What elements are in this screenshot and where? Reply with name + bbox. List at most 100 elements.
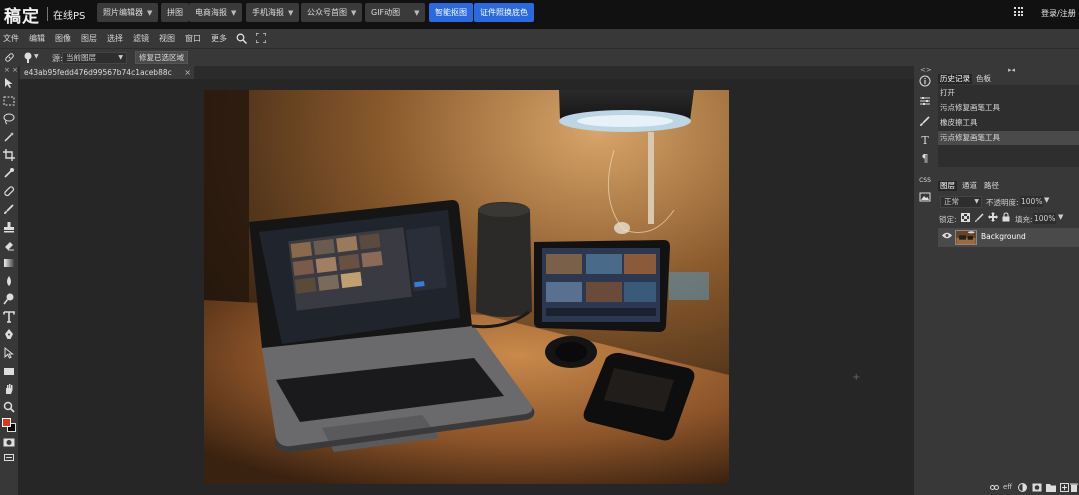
- nav-wechat-cover[interactable]: 公众号首图 ▼: [301, 3, 363, 22]
- brush-tool-icon[interactable]: [2, 202, 16, 216]
- nav-gif[interactable]: GIF动图 ▼: [365, 3, 425, 22]
- adjustments-icon[interactable]: [919, 95, 931, 107]
- paragraph-icon[interactable]: ¶: [919, 153, 931, 165]
- search-icon[interactable]: [236, 33, 247, 44]
- canvas-area[interactable]: +: [18, 79, 914, 495]
- blend-mode-select[interactable]: 正常 ▼: [940, 196, 982, 208]
- tab-swatches[interactable]: 色板: [974, 74, 993, 84]
- eye-icon[interactable]: [942, 232, 952, 239]
- fullscreen-icon[interactable]: [256, 33, 266, 43]
- opacity-input[interactable]: 100%: [1020, 196, 1044, 207]
- collapse-panel-icon[interactable]: ▸◂: [1008, 66, 1015, 74]
- hand-tool-icon[interactable]: [2, 382, 16, 396]
- menu-window[interactable]: 窗口: [185, 33, 201, 44]
- trash-icon[interactable]: [1070, 483, 1078, 492]
- nav-label: 电商海报: [195, 8, 227, 17]
- nav-ecommerce-poster[interactable]: 电商海报 ▼: [189, 3, 243, 22]
- grid-icon[interactable]: [1014, 7, 1023, 16]
- zoom-tool-icon[interactable]: [2, 400, 16, 414]
- nav-photo-editor[interactable]: 照片编辑器 ▼: [97, 3, 159, 22]
- shape-tool-icon[interactable]: [2, 364, 16, 378]
- css-icon[interactable]: CSS: [919, 175, 931, 187]
- chevron-down-icon: ▼: [118, 54, 123, 61]
- lock-pixels-icon[interactable]: [975, 213, 984, 222]
- screen-mode-icon[interactable]: [4, 454, 14, 461]
- blur-tool-icon[interactable]: [2, 274, 16, 288]
- source-select-value: 当前图层: [66, 53, 96, 62]
- pen-tool-icon[interactable]: [2, 328, 16, 342]
- character-icon[interactable]: T: [919, 135, 931, 147]
- nav-mobile-poster[interactable]: 手机海报 ▼: [246, 3, 300, 22]
- lock-all-icon[interactable]: [1002, 212, 1010, 222]
- image-icon[interactable]: [919, 191, 931, 203]
- restore-selection-button[interactable]: 修复已选区域: [135, 51, 188, 64]
- eyedropper-icon[interactable]: [2, 166, 16, 180]
- layer-effects-label[interactable]: eff: [1003, 483, 1012, 491]
- canvas-image[interactable]: [204, 90, 729, 484]
- nav-label: 手机海报: [252, 8, 284, 17]
- new-layer-icon[interactable]: [1060, 483, 1069, 492]
- menu-select[interactable]: 选择: [107, 33, 123, 44]
- tab-paths[interactable]: 路径: [982, 181, 1001, 191]
- path-select-icon[interactable]: [2, 346, 16, 360]
- tab-layers[interactable]: 图层: [938, 181, 957, 191]
- spot-healing-icon[interactable]: [2, 184, 16, 198]
- tab-channels[interactable]: 通道: [960, 181, 979, 191]
- text-tool-icon[interactable]: [2, 310, 16, 324]
- chevron-down-icon: ▼: [351, 9, 357, 17]
- lock-position-icon[interactable]: [988, 212, 998, 222]
- quick-mask-icon[interactable]: [3, 438, 15, 447]
- history-item[interactable]: 打开: [938, 86, 1079, 100]
- gradient-tool-icon[interactable]: [2, 256, 16, 270]
- menu-more[interactable]: 更多: [211, 33, 227, 44]
- expand-icon[interactable]: <>: [920, 66, 932, 74]
- crosshair-cursor-icon: +: [852, 372, 861, 383]
- nav-id-photo-background[interactable]: 证件照换底色: [474, 3, 534, 22]
- eraser-tool-icon[interactable]: [2, 238, 16, 252]
- logo[interactable]: 稿定: [4, 2, 40, 27]
- menu-layer[interactable]: 图层: [81, 33, 97, 44]
- source-select[interactable]: 当前图层 ▼: [62, 52, 127, 64]
- chevron-down-icon: ▼: [414, 9, 420, 17]
- chevron-down-icon: ▼: [147, 9, 153, 17]
- brush-preset-icon[interactable]: [23, 52, 33, 63]
- foreground-color-swatch[interactable]: [2, 418, 11, 427]
- menu-filter[interactable]: 滤镜: [133, 33, 149, 44]
- opacity-chevron-icon[interactable]: ▼: [1044, 196, 1049, 204]
- fill-chevron-icon[interactable]: ▼: [1058, 213, 1063, 221]
- history-item[interactable]: 橡皮擦工具: [938, 116, 1079, 130]
- adjustment-layer-icon[interactable]: [1018, 483, 1027, 492]
- layer-name[interactable]: Background: [981, 232, 1026, 241]
- document-tab[interactable]: e43ab95fedd476d99567b74c1aceb88c ×: [20, 66, 194, 79]
- menu-edit[interactable]: 编辑: [29, 33, 45, 44]
- info-icon[interactable]: [919, 75, 931, 87]
- lock-transparency-icon[interactable]: [961, 213, 970, 222]
- brush-settings-icon[interactable]: [919, 115, 931, 127]
- history-item-active[interactable]: 污点修复画笔工具: [938, 131, 1079, 145]
- layer-mask-icon[interactable]: [1032, 483, 1042, 492]
- fill-input[interactable]: 100%: [1033, 213, 1057, 224]
- history-list: 打开 污点修复画笔工具 橡皮擦工具 污点修复画笔工具: [938, 85, 1079, 167]
- crop-tool-icon[interactable]: [2, 148, 16, 162]
- menu-file[interactable]: 文件: [3, 33, 19, 44]
- dodge-tool-icon[interactable]: [2, 292, 16, 306]
- clone-stamp-icon[interactable]: [2, 220, 16, 234]
- nav-smart-cutout[interactable]: 智能抠图: [429, 3, 473, 22]
- folder-icon[interactable]: [1046, 483, 1056, 492]
- nav-collage[interactable]: 拼图: [161, 3, 189, 22]
- tab-history[interactable]: 历史记录: [938, 74, 972, 84]
- menu-image[interactable]: 图像: [55, 33, 71, 44]
- login-link[interactable]: 登录/注册: [1041, 8, 1076, 19]
- marquee-tool-icon[interactable]: [2, 94, 16, 108]
- healing-brush-icon[interactable]: [4, 52, 15, 63]
- menu-view[interactable]: 视图: [159, 33, 175, 44]
- layer-row[interactable]: Background: [938, 228, 1079, 247]
- close-icon[interactable]: ×: [184, 66, 191, 79]
- lasso-tool-icon[interactable]: [2, 112, 16, 126]
- chevron-down-icon[interactable]: ▼: [34, 53, 39, 60]
- magic-wand-icon[interactable]: [2, 130, 16, 144]
- link-layers-icon[interactable]: [990, 484, 999, 491]
- move-tool-icon[interactable]: [2, 76, 16, 90]
- collapse-icon[interactable]: × ×: [4, 66, 18, 74]
- history-item[interactable]: 污点修复画笔工具: [938, 101, 1079, 115]
